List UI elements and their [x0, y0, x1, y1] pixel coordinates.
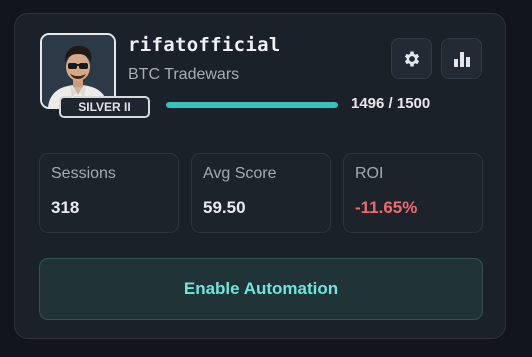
- stat-value: -11.65%: [355, 198, 418, 217]
- gear-icon: [404, 51, 419, 66]
- stat-avg-score: Avg Score 59.50: [191, 153, 331, 233]
- progress-bar: [166, 102, 338, 108]
- profile-card: SILVER II rifatofficial BTC Tradewars 14…: [14, 13, 506, 339]
- stat-roi: ROI -11.65%: [343, 153, 483, 233]
- stat-value: 59.50: [203, 198, 246, 217]
- stats-button[interactable]: [441, 38, 482, 79]
- username: rifatofficial: [128, 34, 281, 56]
- settings-button[interactable]: [391, 38, 432, 79]
- stat-value: 318: [51, 198, 80, 217]
- game-subtitle: BTC Tradewars: [128, 66, 240, 83]
- stat-label: Sessions: [51, 165, 116, 182]
- stat-label: Avg Score: [203, 165, 277, 182]
- stat-label: ROI: [355, 165, 384, 182]
- stat-sessions: Sessions 318: [39, 153, 179, 233]
- enable-automation-button[interactable]: Enable Automation: [39, 258, 483, 320]
- progress-fill: [166, 102, 338, 108]
- bar-chart-icon: [453, 51, 470, 67]
- progress-text: 1496 / 1500: [351, 95, 431, 112]
- rank-badge: SILVER II: [59, 96, 150, 118]
